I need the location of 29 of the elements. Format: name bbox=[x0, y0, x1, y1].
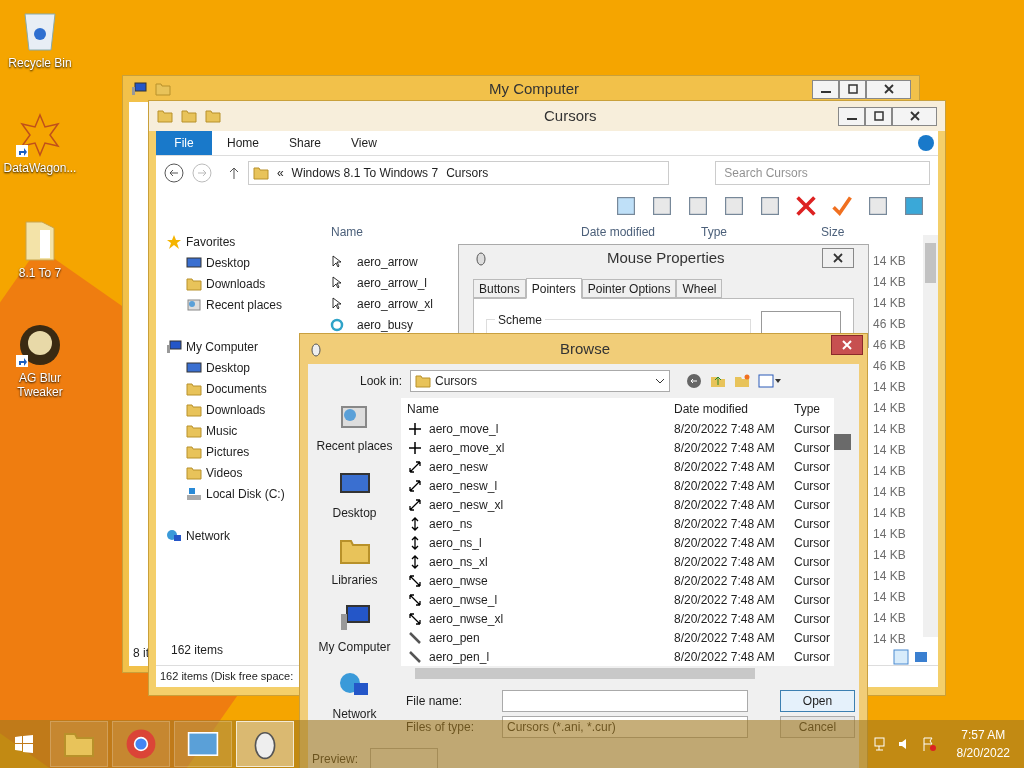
file-size: 14 KB bbox=[873, 484, 906, 501]
file-size: 14 KB bbox=[873, 526, 906, 543]
dialog-title: Browse bbox=[560, 338, 611, 359]
status-text: 162 items (Disk free space: bbox=[160, 669, 294, 685]
file-size: 14 KB bbox=[873, 631, 906, 648]
dialog-title: Mouse Properties bbox=[607, 247, 725, 268]
file-size: 14 KB bbox=[873, 589, 906, 606]
file-size: 14 KB bbox=[873, 253, 906, 270]
window-title: Cursors bbox=[544, 105, 597, 126]
file-size: 14 KB bbox=[873, 379, 906, 396]
window-title: My Computer bbox=[489, 78, 580, 99]
file-size: 14 KB bbox=[873, 421, 906, 438]
file-size: 14 KB bbox=[873, 568, 906, 585]
look-in-label: Look in: bbox=[360, 373, 403, 390]
file-size: 46 KB bbox=[873, 316, 906, 333]
preview-label: Preview: bbox=[312, 751, 358, 768]
file-size: 14 KB bbox=[873, 295, 906, 312]
file-size: 14 KB bbox=[873, 442, 906, 459]
file-size: 14 KB bbox=[873, 547, 906, 564]
file-name-label: File name: bbox=[406, 692, 464, 710]
file-size: 14 KB bbox=[873, 505, 906, 522]
file-size: 14 KB bbox=[873, 463, 906, 480]
file-size: 46 KB bbox=[873, 358, 906, 375]
file-size: 14 KB bbox=[873, 400, 906, 417]
file-size: 14 KB bbox=[873, 274, 906, 291]
file-size: 46 KB bbox=[873, 337, 906, 354]
item-count: 162 items bbox=[170, 642, 225, 659]
file-size: 14 KB bbox=[873, 610, 906, 627]
files-of-type-label: Files of type: bbox=[406, 719, 476, 736]
